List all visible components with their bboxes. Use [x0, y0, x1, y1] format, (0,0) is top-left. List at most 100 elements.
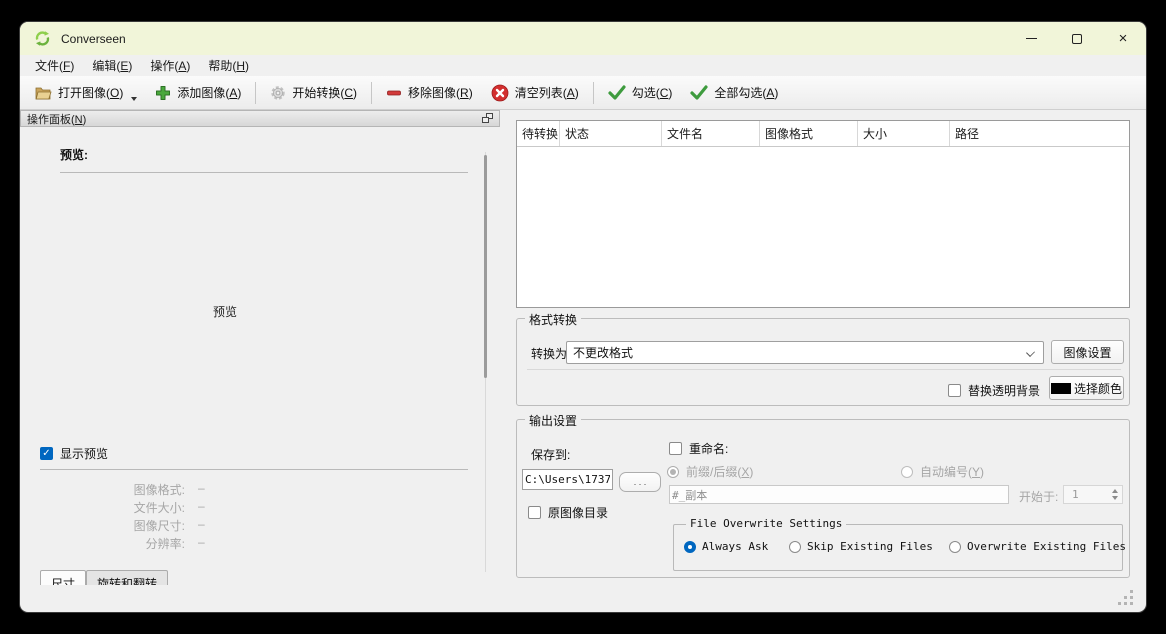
check-all-label: 全部勾选(A) [714, 84, 778, 101]
actions-panel-header[interactable]: 操作面板(N) [20, 110, 500, 127]
maximize-button[interactable] [1054, 22, 1100, 55]
column-status[interactable]: 状态 [560, 121, 662, 146]
panel-scrollbar-thumb[interactable] [484, 155, 487, 378]
toolbar: 打开图像(O) 添加图像(A) 开始转换(C) 移除图像(R) [20, 76, 1146, 110]
column-path[interactable]: 路径 [950, 121, 1129, 146]
resize-grip[interactable] [1118, 590, 1133, 605]
format-select-value: 不更改格式 [573, 344, 633, 361]
file-overwrite-group: File Overwrite Settings Always Ask Skip … [673, 524, 1123, 571]
skip-existing-radio[interactable] [789, 541, 801, 553]
format-group-title: 格式转换 [525, 311, 581, 328]
rename-pattern-input[interactable] [669, 485, 1009, 504]
actions-panel-title: 操作面板(N) [27, 111, 86, 127]
image-settings-label: 图像设置 [1063, 344, 1111, 361]
show-preview-row: ✓ 显示预览 [40, 445, 108, 462]
rename-checkbox[interactable] [669, 442, 682, 455]
output-settings-group: 输出设置 保存到: . . . 原图像目录 重命名: 前缀/后缀(X) 自动编号… [516, 419, 1130, 578]
menu-edit[interactable]: 编辑(E) [83, 55, 141, 76]
prefix-suffix-radio[interactable] [667, 466, 679, 478]
rename-row: 重命名: [669, 440, 728, 457]
app-logo-icon [34, 30, 51, 47]
auto-number-radio[interactable] [901, 466, 913, 478]
check-label: 勾选(C) [632, 84, 673, 101]
output-group-title: 输出设置 [525, 412, 581, 429]
add-image-icon [155, 85, 171, 101]
panel-float-button[interactable] [482, 113, 495, 125]
column-size[interactable]: 大小 [858, 121, 950, 146]
panel-tabs: 尺寸 旋转和翻转 [40, 570, 168, 585]
always-ask-label: Always Ask [702, 540, 768, 553]
save-path-input[interactable] [522, 469, 613, 490]
menu-actions[interactable]: 操作(A) [141, 55, 199, 76]
actions-panel: 预览: 预览 ✓ 显示预览 图像格式: – 文件大小: – 图像尺寸: – 分辨… [20, 127, 500, 585]
original-dir-row: 原图像目录 [528, 504, 608, 521]
preview-placeholder: 预览 [60, 303, 390, 320]
menu-help[interactable]: 帮助(H) [199, 55, 258, 76]
browse-button[interactable]: . . . [619, 472, 661, 492]
clear-list-label: 清空列表(A) [515, 84, 579, 101]
auto-number-label: 自动编号(Y) [920, 463, 984, 480]
always-ask-radio[interactable] [684, 541, 696, 553]
add-image-label: 添加图像(A) [177, 84, 241, 101]
preview-caption: 预览: [60, 146, 88, 163]
close-button[interactable]: × [1100, 22, 1146, 55]
clear-list-button[interactable]: 清空列表(A) [482, 79, 588, 107]
original-dir-label: 原图像目录 [548, 504, 608, 521]
remove-image-button[interactable]: 移除图像(R) [377, 79, 482, 106]
image-dimensions-row: 图像尺寸: – [20, 517, 280, 534]
minimize-button[interactable] [1008, 22, 1054, 55]
show-preview-checkbox[interactable]: ✓ [40, 447, 53, 460]
check-icon [608, 85, 626, 100]
open-image-dropdown-icon[interactable] [131, 97, 137, 101]
color-swatch [1051, 383, 1071, 394]
window-title: Converseen [61, 32, 126, 46]
always-ask-option: Always Ask [684, 540, 768, 553]
tab-rotate-flip[interactable]: 旋转和翻转 [86, 570, 168, 585]
spinner-arrows[interactable] [1112, 489, 1122, 500]
add-image-button[interactable]: 添加图像(A) [146, 79, 250, 106]
replace-transparent-bg-checkbox[interactable] [948, 384, 961, 397]
menu-file[interactable]: 文件(F) [26, 55, 83, 76]
original-dir-checkbox[interactable] [528, 506, 541, 519]
save-to-label: 保存到: [531, 446, 570, 463]
open-image-button[interactable]: 打开图像(O) [26, 79, 146, 106]
start-at-spinner[interactable]: 1 [1063, 485, 1123, 504]
column-filename[interactable]: 文件名 [662, 121, 760, 146]
start-conversion-button[interactable]: 开始转换(C) [261, 79, 366, 106]
format-select[interactable]: 不更改格式 [566, 341, 1044, 364]
overwrite-existing-radio[interactable] [949, 541, 961, 553]
replace-bg-row: 替换透明背景 [948, 382, 1040, 399]
check-all-icon [690, 85, 708, 100]
column-image-format[interactable]: 图像格式 [760, 121, 858, 146]
start-at-value: 1 [1072, 488, 1079, 501]
column-to-convert[interactable]: 待转换 [517, 121, 560, 146]
file-size-row: 文件大小: – [20, 499, 280, 516]
choose-color-button[interactable]: 选择颜色 [1049, 376, 1124, 400]
start-conversion-label: 开始转换(C) [292, 84, 357, 101]
minimize-icon [1026, 38, 1037, 39]
chevron-down-icon [1026, 348, 1035, 357]
check-all-button[interactable]: 全部勾选(A) [681, 79, 787, 106]
app-window: Converseen × 文件(F) 编辑(E) 操作(A) 帮助(H) 打开图… [20, 22, 1146, 612]
open-image-icon [35, 85, 52, 101]
titlebar: Converseen × [20, 22, 1146, 55]
divider [527, 369, 1121, 370]
file-size-value: – [198, 499, 205, 516]
open-image-label: 打开图像(O) [58, 84, 123, 101]
tab-size[interactable]: 尺寸 [40, 570, 86, 585]
resolution-label: 分辨率: [20, 535, 185, 552]
file-list-table[interactable]: 待转换 状态 文件名 图像格式 大小 路径 [516, 120, 1130, 308]
spinner-up-icon[interactable] [1112, 489, 1118, 493]
replace-transparent-bg-label: 替换透明背景 [968, 382, 1040, 399]
image-dimensions-label: 图像尺寸: [20, 517, 185, 534]
skip-existing-option: Skip Existing Files [789, 540, 933, 553]
overwrite-existing-label: Overwrite Existing Files [967, 540, 1126, 553]
convert-to-label: 转换为: [531, 345, 570, 362]
browse-label: . . . [634, 477, 647, 487]
show-preview-label: 显示预览 [60, 445, 108, 462]
image-settings-button[interactable]: 图像设置 [1051, 340, 1124, 364]
prefix-suffix-option: 前缀/后缀(X) [667, 463, 753, 480]
clear-list-icon [491, 84, 509, 102]
spinner-down-icon[interactable] [1112, 496, 1118, 500]
check-button[interactable]: 勾选(C) [599, 79, 682, 106]
